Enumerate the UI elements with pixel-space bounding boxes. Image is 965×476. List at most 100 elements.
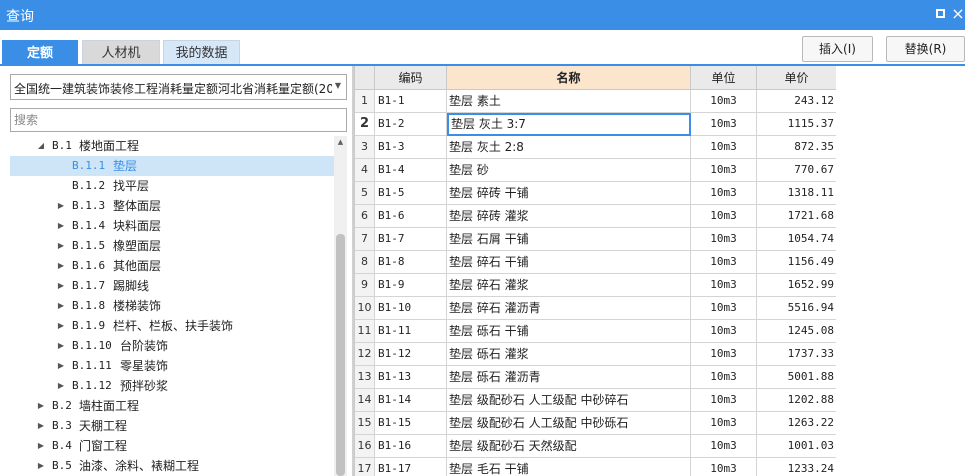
insert-button[interactable]: 插入(I) bbox=[802, 36, 873, 62]
tree-node[interactable]: ▶ B.2 墙柱面工程 bbox=[10, 396, 334, 416]
code-cell[interactable]: B1-14 bbox=[375, 389, 447, 412]
row-number[interactable]: 1 bbox=[355, 90, 375, 113]
row-number[interactable]: 10 bbox=[355, 297, 375, 320]
unit-cell[interactable]: 10m3 bbox=[691, 320, 757, 343]
table-row[interactable]: 12 B1-12 垫层 砾石 灌浆 10m3 1737.33 bbox=[355, 343, 836, 366]
table-row[interactable]: 3 B1-3 垫层 灰土 2:8 10m3 872.35 bbox=[355, 136, 836, 159]
row-number[interactable]: 6 bbox=[355, 205, 375, 228]
expand-arrow-icon[interactable]: ▶ bbox=[56, 196, 66, 216]
code-cell[interactable]: B1-15 bbox=[375, 412, 447, 435]
name-cell[interactable]: 垫层 灰土 3:7 bbox=[447, 113, 691, 136]
price-cell[interactable]: 1245.08 bbox=[757, 320, 836, 343]
quota-library-select[interactable]: 全国统一建筑装饰装修工程消耗量定额河北省消耗量定额(20 ▼ bbox=[10, 74, 347, 100]
name-cell[interactable]: 垫层 砾石 灌沥青 bbox=[447, 366, 691, 389]
expand-arrow-icon[interactable]: ▶ bbox=[56, 276, 66, 296]
code-cell[interactable]: B1-8 bbox=[375, 251, 447, 274]
price-cell[interactable]: 1054.74 bbox=[757, 228, 836, 251]
table-row[interactable]: 6 B1-6 垫层 碎砖 灌浆 10m3 1721.68 bbox=[355, 205, 836, 228]
row-number[interactable]: 14 bbox=[355, 389, 375, 412]
code-cell[interactable]: B1-10 bbox=[375, 297, 447, 320]
name-cell[interactable]: 垫层 碎石 灌沥青 bbox=[447, 297, 691, 320]
expand-arrow-icon[interactable]: ▶ bbox=[56, 296, 66, 316]
row-number[interactable]: 13 bbox=[355, 366, 375, 389]
header-name[interactable]: 名称 bbox=[447, 66, 691, 90]
name-cell[interactable]: 垫层 级配砂石 天然级配 bbox=[447, 435, 691, 458]
tree-node[interactable]: ▶ B.1.11 零星装饰 bbox=[10, 356, 334, 376]
tree-node[interactable]: ▶ B.1.5 橡塑面层 bbox=[10, 236, 334, 256]
row-number[interactable]: 4 bbox=[355, 159, 375, 182]
unit-cell[interactable]: 10m3 bbox=[691, 274, 757, 297]
header-price[interactable]: 单价 bbox=[757, 66, 836, 90]
unit-cell[interactable]: 10m3 bbox=[691, 159, 757, 182]
name-cell[interactable]: 垫层 砾石 灌浆 bbox=[447, 343, 691, 366]
code-cell[interactable]: B1-11 bbox=[375, 320, 447, 343]
table-row[interactable]: 9 B1-9 垫层 碎石 灌浆 10m3 1652.99 bbox=[355, 274, 836, 297]
tree-node[interactable]: ▶ B.1.3 整体面层 bbox=[10, 196, 334, 216]
unit-cell[interactable]: 10m3 bbox=[691, 412, 757, 435]
expand-arrow-icon[interactable]: ▶ bbox=[56, 376, 66, 396]
name-cell[interactable]: 垫层 级配砂石 人工级配 中砂砾石 bbox=[447, 412, 691, 435]
code-cell[interactable]: B1-12 bbox=[375, 343, 447, 366]
code-cell[interactable]: B1-9 bbox=[375, 274, 447, 297]
table-row[interactable]: 8 B1-8 垫层 碎石 干铺 10m3 1156.49 bbox=[355, 251, 836, 274]
code-cell[interactable]: B1-1 bbox=[375, 90, 447, 113]
price-cell[interactable]: 1115.37 bbox=[757, 113, 836, 136]
row-number[interactable]: 9 bbox=[355, 274, 375, 297]
expand-arrow-icon[interactable]: ▶ bbox=[36, 396, 46, 416]
unit-cell[interactable]: 10m3 bbox=[691, 228, 757, 251]
row-number[interactable]: 2 bbox=[355, 113, 375, 136]
name-cell[interactable]: 垫层 碎石 干铺 bbox=[447, 251, 691, 274]
tree-node[interactable]: ▶ B.1.7 踢脚线 bbox=[10, 276, 334, 296]
header-code[interactable]: 编码 bbox=[375, 66, 447, 90]
price-cell[interactable]: 1318.11 bbox=[757, 182, 836, 205]
maximize-icon[interactable] bbox=[932, 6, 948, 22]
name-cell[interactable]: 垫层 级配砂石 人工级配 中砂碎石 bbox=[447, 389, 691, 412]
row-number[interactable]: 12 bbox=[355, 343, 375, 366]
unit-cell[interactable]: 10m3 bbox=[691, 297, 757, 320]
unit-cell[interactable]: 10m3 bbox=[691, 435, 757, 458]
price-cell[interactable]: 243.12 bbox=[757, 90, 836, 113]
row-number[interactable]: 3 bbox=[355, 136, 375, 159]
scrollbar-thumb[interactable] bbox=[336, 234, 345, 476]
expand-arrow-icon[interactable]: ▶ bbox=[56, 356, 66, 376]
row-number[interactable]: 5 bbox=[355, 182, 375, 205]
unit-cell[interactable]: 10m3 bbox=[691, 458, 757, 476]
tree-node[interactable]: ▶ B.1.4 块料面层 bbox=[10, 216, 334, 236]
table-row[interactable]: 16 B1-16 垫层 级配砂石 天然级配 10m3 1001.03 bbox=[355, 435, 836, 458]
tree-node[interactable]: ▶ B.5 油漆、涂料、裱糊工程 bbox=[10, 456, 334, 476]
header-unit[interactable]: 单位 bbox=[691, 66, 757, 90]
name-cell[interactable]: 垫层 碎砖 干铺 bbox=[447, 182, 691, 205]
table-row[interactable]: 1 B1-1 垫层 素土 10m3 243.12 bbox=[355, 90, 836, 113]
tree-node[interactable]: ▶ B.1.6 其他面层 bbox=[10, 256, 334, 276]
unit-cell[interactable]: 10m3 bbox=[691, 113, 757, 136]
tree-node[interactable]: ▶ B.4 门窗工程 bbox=[10, 436, 334, 456]
tree-node[interactable]: ▶ B.1.10 台阶装饰 bbox=[10, 336, 334, 356]
price-cell[interactable]: 1737.33 bbox=[757, 343, 836, 366]
name-cell[interactable]: 垫层 碎石 灌浆 bbox=[447, 274, 691, 297]
tab-my-data[interactable]: 我的数据 bbox=[163, 40, 240, 66]
tree-node[interactable]: ▶ B.1.12 预拌砂浆 bbox=[10, 376, 334, 396]
tree-node[interactable]: ▶ B.1.8 楼梯装饰 bbox=[10, 296, 334, 316]
tree-node[interactable]: ▶ B.1.9 栏杆、栏板、扶手装饰 bbox=[10, 316, 334, 336]
price-cell[interactable]: 1202.88 bbox=[757, 389, 836, 412]
row-number[interactable]: 16 bbox=[355, 435, 375, 458]
expand-arrow-icon[interactable]: ▶ bbox=[36, 456, 46, 476]
row-number[interactable]: 8 bbox=[355, 251, 375, 274]
name-cell[interactable]: 垫层 素土 bbox=[447, 90, 691, 113]
price-cell[interactable]: 1652.99 bbox=[757, 274, 836, 297]
row-number[interactable]: 17 bbox=[355, 458, 375, 476]
price-cell[interactable]: 1721.68 bbox=[757, 205, 836, 228]
expand-arrow-icon[interactable]: ▶ bbox=[56, 316, 66, 336]
code-cell[interactable]: B1-16 bbox=[375, 435, 447, 458]
tree-node[interactable]: B.1.1 垫层 bbox=[10, 156, 334, 176]
collapse-arrow-icon[interactable]: ◢ bbox=[36, 136, 46, 156]
name-cell[interactable]: 垫层 灰土 2:8 bbox=[447, 136, 691, 159]
table-row[interactable]: 13 B1-13 垫层 砾石 灌沥青 10m3 5001.88 bbox=[355, 366, 836, 389]
search-input[interactable] bbox=[10, 108, 347, 132]
price-cell[interactable]: 1156.49 bbox=[757, 251, 836, 274]
price-cell[interactable]: 770.67 bbox=[757, 159, 836, 182]
name-cell[interactable]: 垫层 砾石 干铺 bbox=[447, 320, 691, 343]
table-row[interactable]: 10 B1-10 垫层 碎石 灌沥青 10m3 5516.94 bbox=[355, 297, 836, 320]
tab-labor-material-machine[interactable]: 人材机 bbox=[82, 40, 160, 66]
price-cell[interactable]: 5001.88 bbox=[757, 366, 836, 389]
